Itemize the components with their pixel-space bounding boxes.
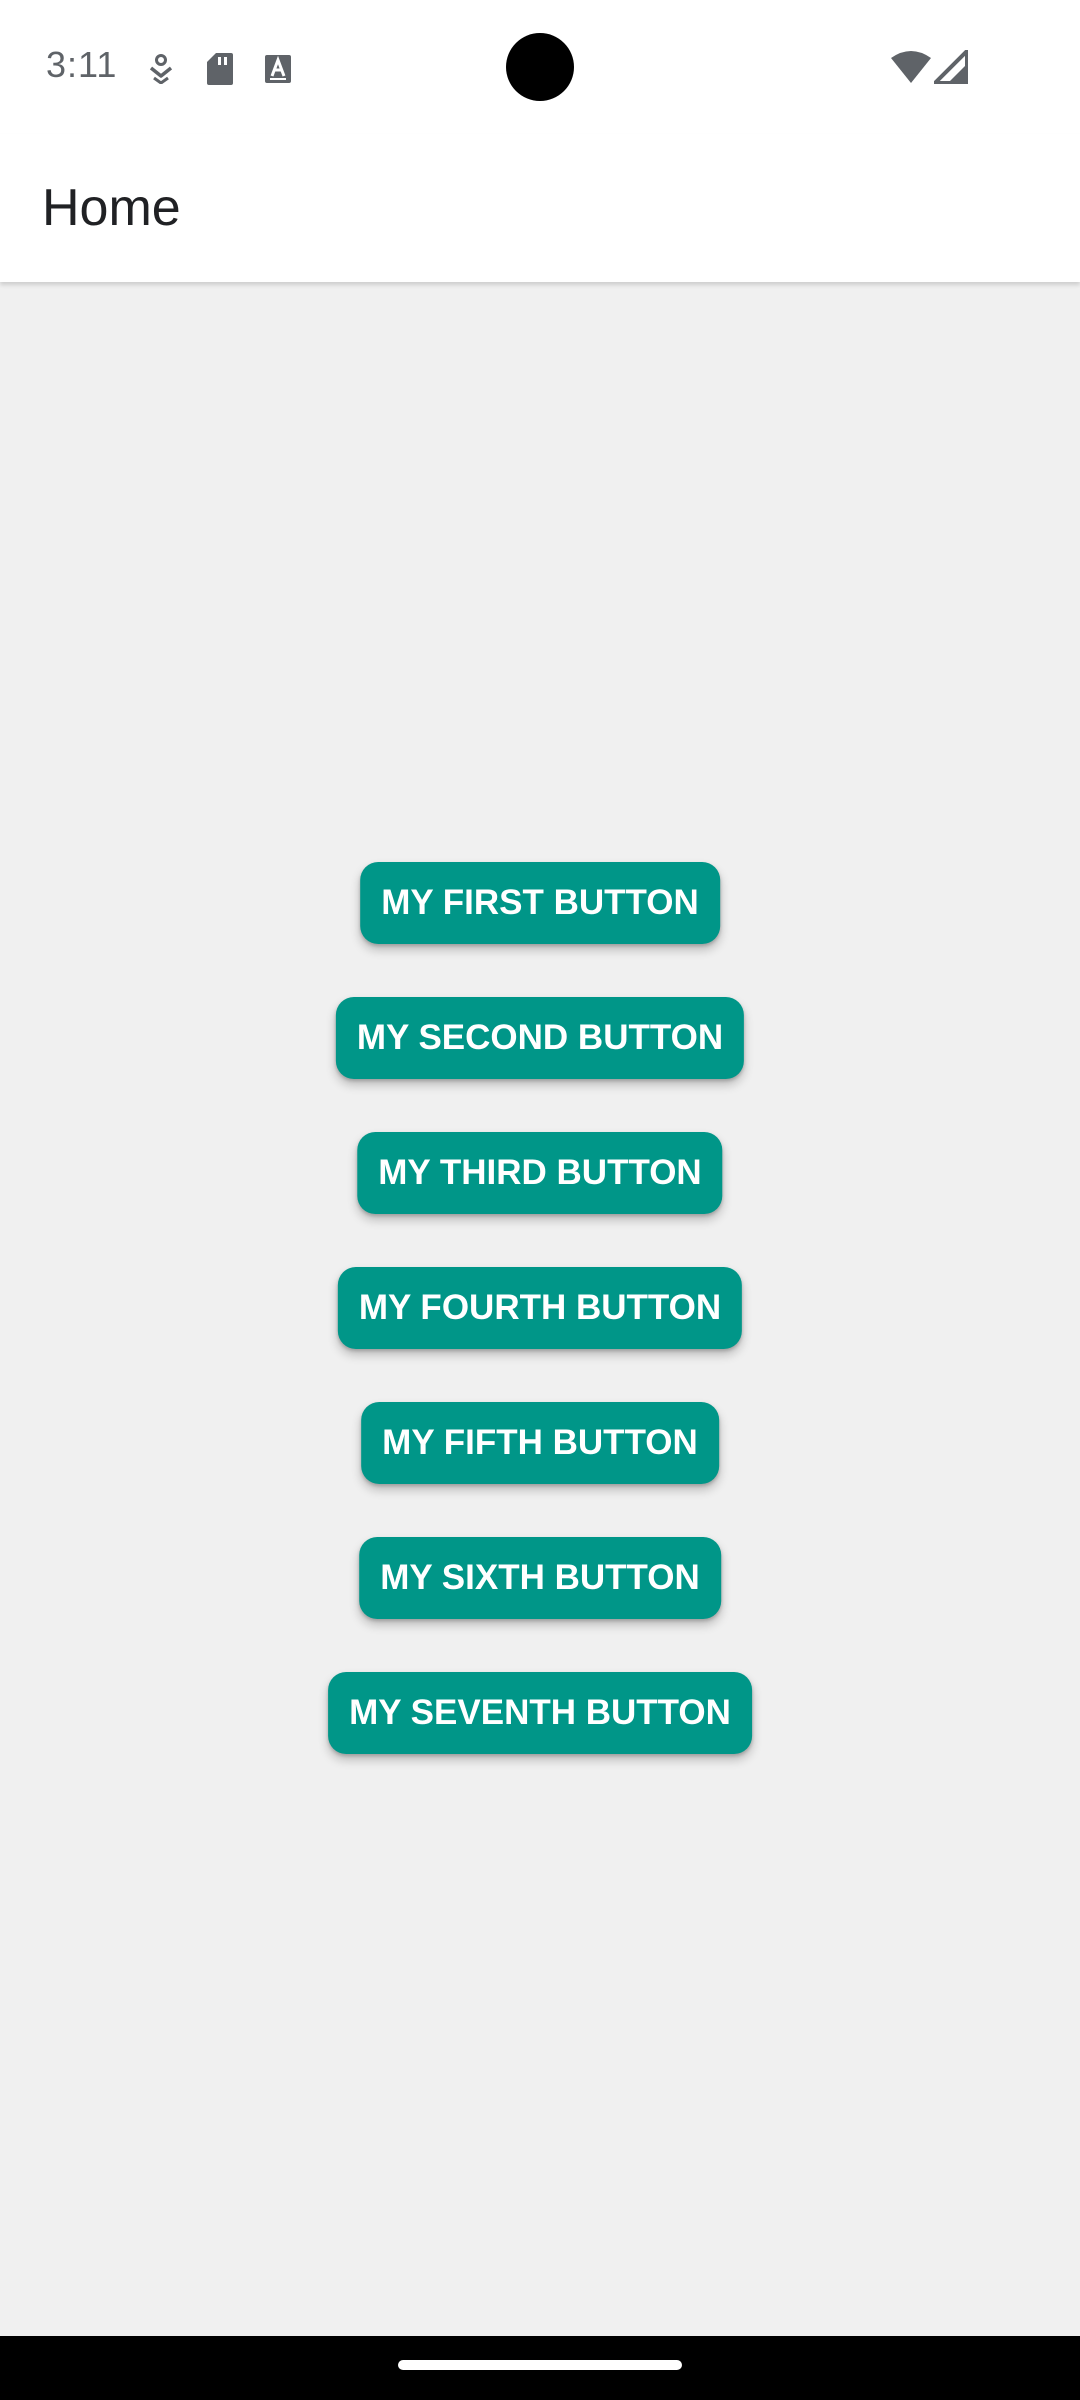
second-button[interactable]: MY SECOND BUTTON [335, 997, 745, 1079]
status-bar: 3:11 [0, 0, 1080, 134]
sixth-button[interactable]: MY SIXTH BUTTON [359, 1537, 721, 1619]
camera-cutout [506, 33, 574, 101]
seventh-button[interactable]: MY SEVENTH BUTTON [328, 1672, 752, 1754]
third-button[interactable]: MY THIRD BUTTON [357, 1132, 723, 1214]
fourth-button[interactable]: MY FOURTH BUTTON [337, 1267, 743, 1349]
fifth-button[interactable]: MY FIFTH BUTTON [361, 1402, 719, 1484]
status-time: 3:11 [46, 44, 118, 85]
first-button[interactable]: MY FIRST BUTTON [360, 862, 720, 944]
navigation-bar [0, 2336, 1080, 2400]
download-status-icon [148, 54, 174, 89]
app-bar: Home [0, 134, 1080, 282]
sd-card-icon [206, 52, 234, 91]
text-a-icon [264, 54, 292, 89]
cell-signal-icon [933, 49, 969, 89]
home-gesture-handle[interactable] [398, 2360, 682, 2370]
wifi-icon [890, 50, 932, 89]
page-title: Home [42, 179, 181, 237]
